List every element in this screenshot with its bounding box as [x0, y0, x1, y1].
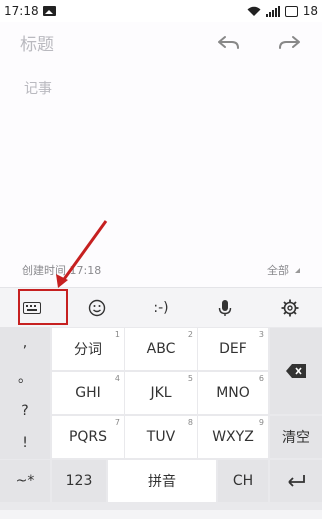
symbols-label: ~* [15, 473, 35, 489]
key-number: 4 [114, 374, 120, 383]
key-number: 3 [258, 330, 264, 339]
clear-key[interactable]: 清空 [270, 416, 322, 458]
key-1[interactable]: 分词 1 [52, 328, 124, 370]
backspace-key[interactable] [270, 328, 322, 414]
battery-level: 18 [302, 4, 318, 18]
key-9[interactable]: WXYZ 9 [198, 416, 268, 458]
mic-icon [219, 299, 232, 316]
dropdown-corner-icon [295, 267, 300, 273]
language-key[interactable]: CH [218, 460, 268, 502]
enter-key[interactable] [270, 460, 322, 502]
wifi-icon [247, 6, 261, 16]
category-selector[interactable]: 全部 [267, 262, 300, 278]
emoji-icon [88, 299, 105, 316]
symbols-key[interactable]: ~* [0, 460, 50, 502]
key-3[interactable]: DEF 3 [198, 328, 268, 370]
navigation-bar [0, 510, 322, 519]
language-label: CH [232, 473, 254, 489]
pinyin-label: 拼音 [148, 474, 176, 490]
punct-question-key[interactable]: ? [21, 403, 28, 419]
gear-icon [281, 299, 299, 316]
category-label: 全部 [267, 264, 289, 277]
enter-icon [288, 475, 305, 487]
emoticon-label: :-) [153, 299, 169, 316]
key-number: 5 [187, 374, 193, 383]
highlight-box [18, 289, 68, 325]
key-number: 6 [258, 374, 264, 383]
key-7[interactable]: PQRS 7 [52, 416, 124, 458]
key-label: DEF [219, 341, 247, 357]
key-label: GHI [75, 385, 101, 401]
key-5[interactable]: JKL 5 [125, 372, 197, 414]
punctuation-column: , 。 ? ! [0, 327, 50, 459]
created-time: 创建时间 17:18 [22, 264, 102, 277]
key-6[interactable]: MNO 6 [198, 372, 268, 414]
voice-input-button[interactable] [193, 288, 257, 328]
status-time: 17:18 [4, 4, 39, 18]
key-number: 7 [114, 418, 120, 427]
punct-comma-key[interactable]: , [23, 335, 27, 351]
emoji-button[interactable] [64, 288, 128, 328]
note-body-input[interactable]: 记事 [24, 78, 52, 98]
key-number: 9 [258, 418, 264, 427]
battery-icon [284, 5, 298, 17]
settings-button[interactable] [258, 288, 322, 328]
undo-icon[interactable] [216, 34, 240, 50]
key-number: 2 [187, 330, 193, 339]
key-number: 8 [187, 418, 193, 427]
key-label: MNO [216, 385, 250, 401]
key-label: PQRS [68, 429, 108, 445]
signal-icon [265, 5, 280, 17]
keyboard: , 。 ? ! 分词 1 ABC 2 DEF 3 GHI 4 JKL 5 MNO… [0, 327, 322, 519]
key-label: WXYZ [212, 429, 254, 445]
emoticon-button[interactable]: :-) [129, 288, 193, 328]
key-label: 分词 [74, 342, 102, 358]
redo-icon[interactable] [278, 34, 302, 50]
image-notification-icon [42, 6, 56, 16]
numbers-key[interactable]: 123 [52, 460, 106, 502]
punct-period-key[interactable]: 。 [18, 367, 32, 387]
meta-row: 创建时间 17:18 全部 [0, 258, 322, 282]
title-bar: 标题 [0, 22, 322, 62]
key-4[interactable]: GHI 4 [52, 372, 124, 414]
punct-exclaim-key[interactable]: ! [22, 435, 28, 451]
backspace-icon [286, 364, 306, 378]
key-label: TUV [146, 429, 176, 445]
numbers-label: 123 [65, 473, 93, 489]
clear-label: 清空 [282, 430, 310, 446]
key-label: ABC [146, 341, 176, 357]
key-label: JKL [150, 385, 172, 401]
space-key[interactable]: 拼音 [108, 460, 216, 502]
key-8[interactable]: TUV 8 [125, 416, 197, 458]
key-2[interactable]: ABC 2 [125, 328, 197, 370]
status-bar: 17:18 18 [0, 0, 322, 22]
key-number: 1 [114, 330, 120, 339]
title-input[interactable]: 标题 [20, 30, 54, 55]
